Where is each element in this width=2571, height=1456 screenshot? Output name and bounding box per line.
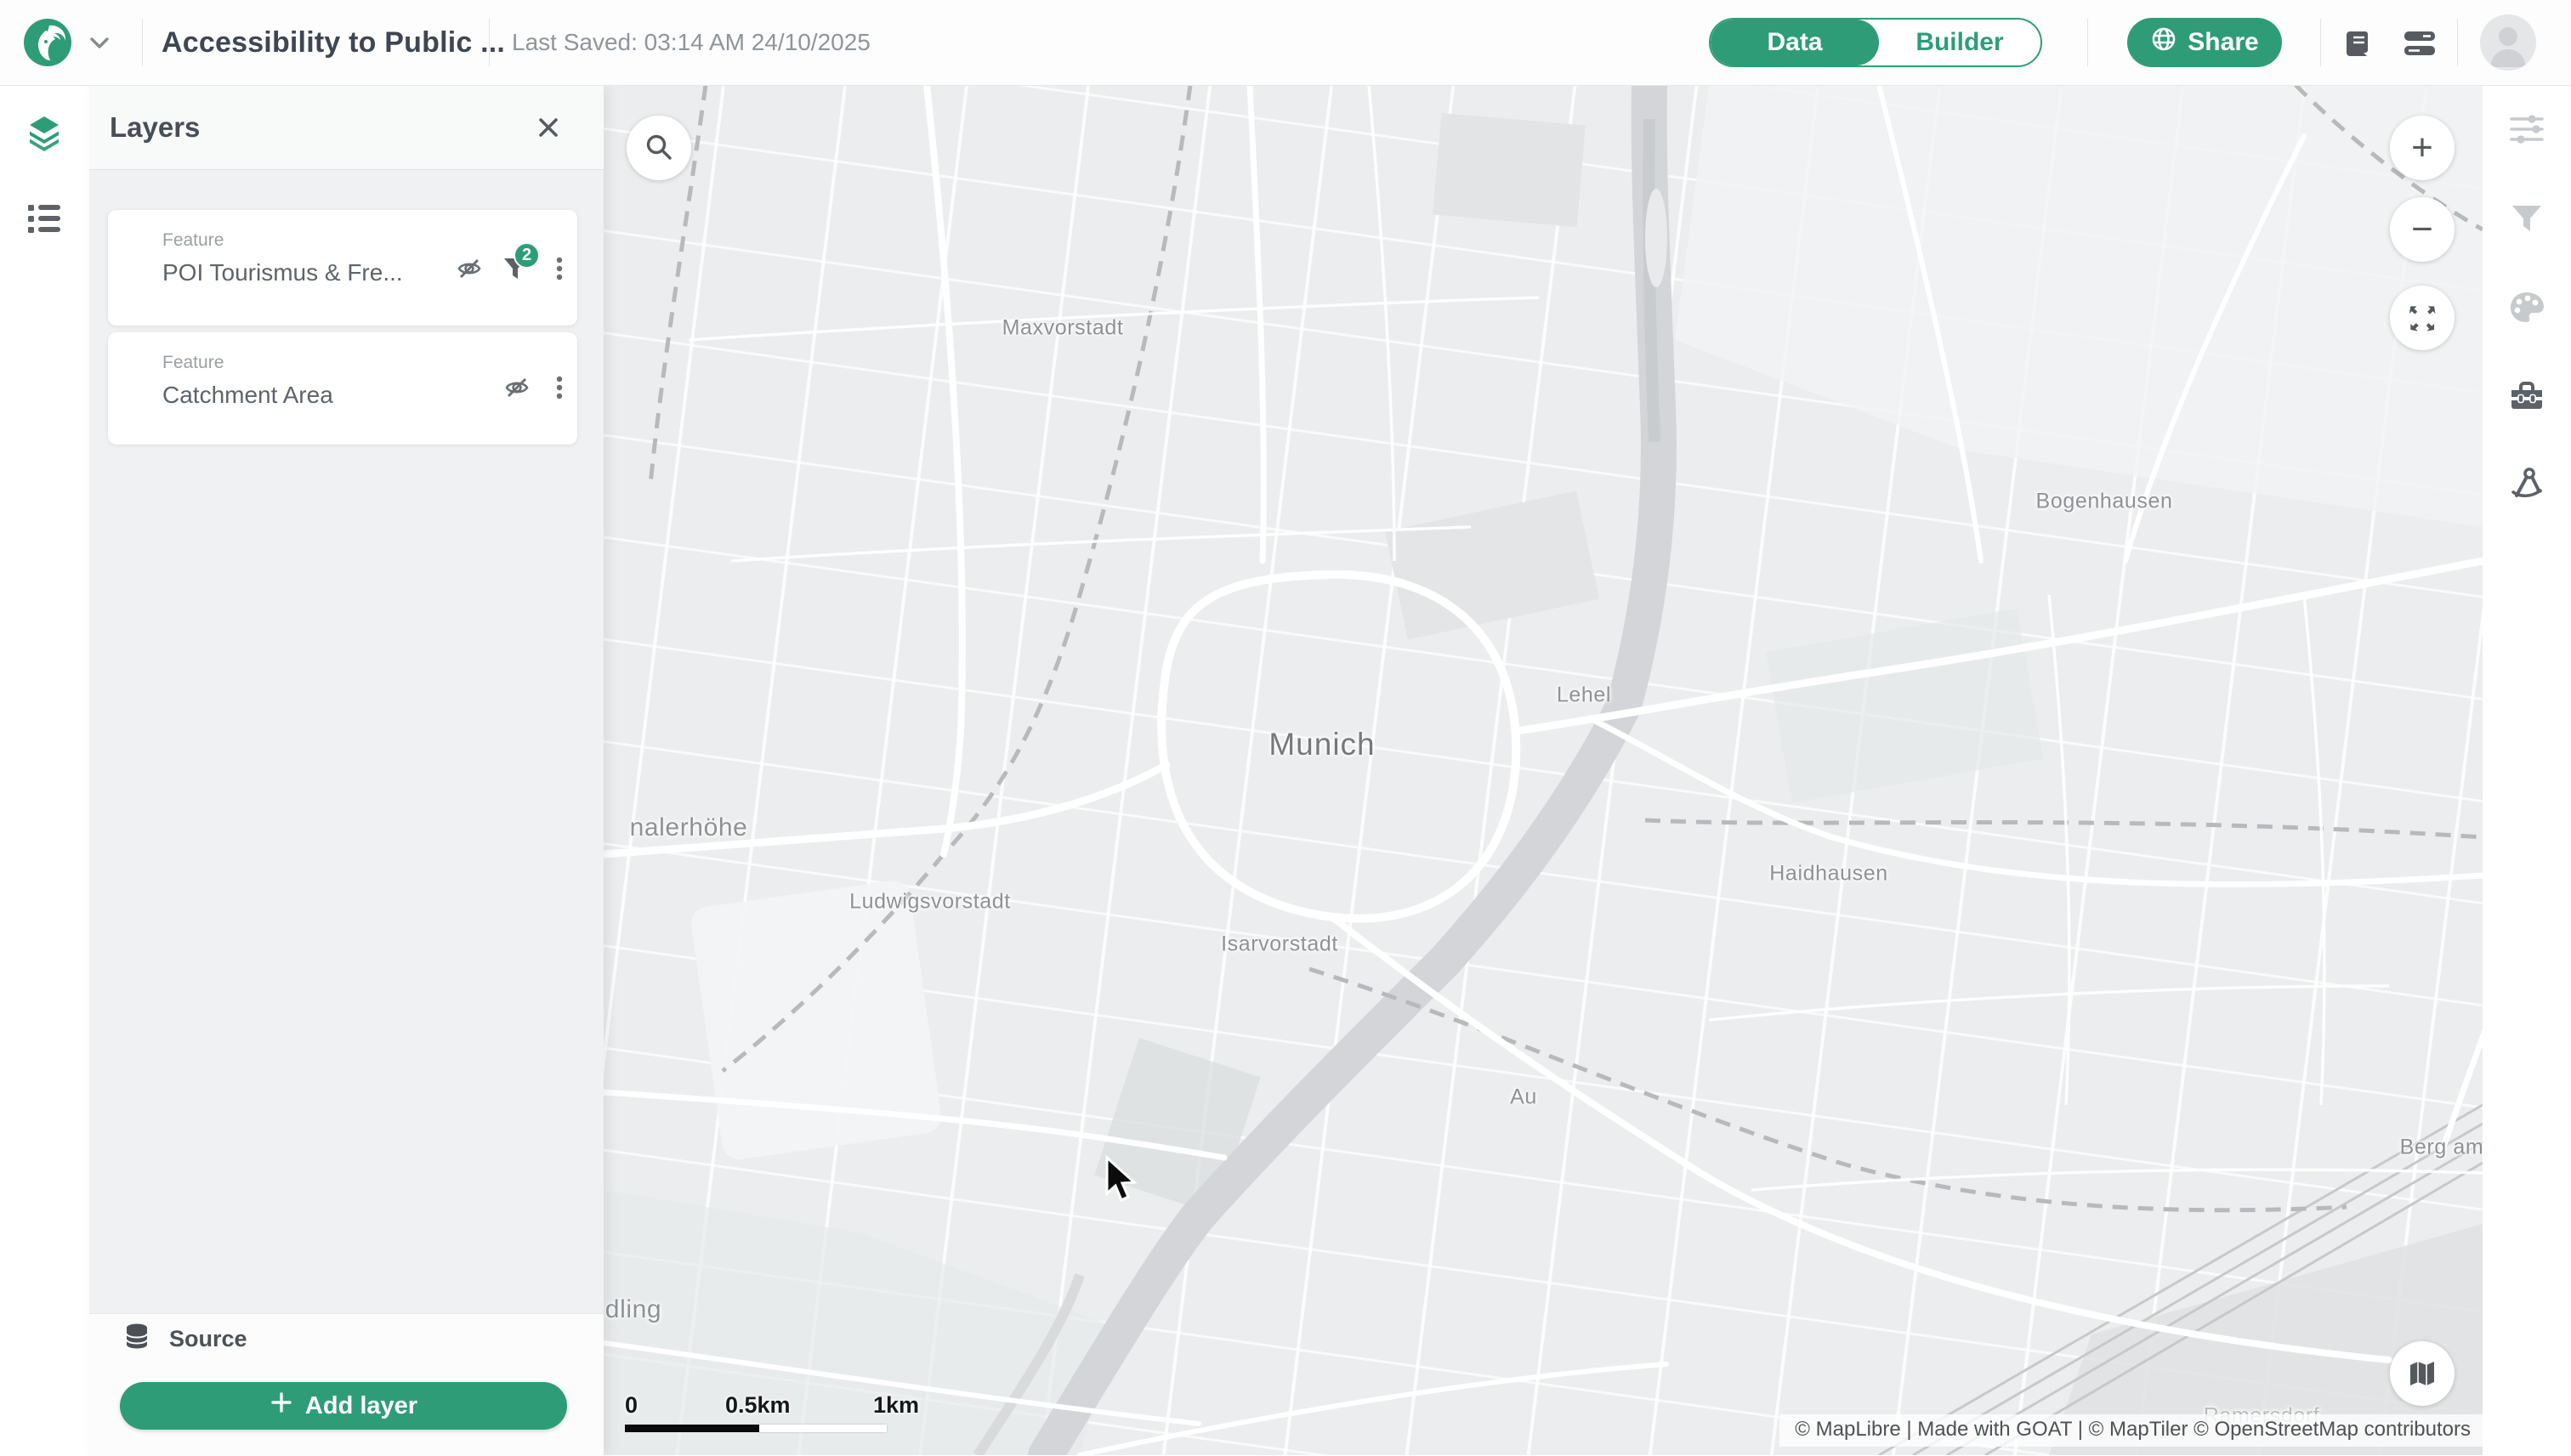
layers-panel-footer: Source Add layer	[89, 1313, 604, 1456]
scale-bar: 0 0.5km 1km	[625, 1392, 897, 1432]
palette-icon[interactable]	[2507, 287, 2546, 326]
place-label: dling	[605, 1295, 661, 1324]
goat-logo-icon[interactable]	[24, 19, 71, 66]
last-saved-text: Last Saved: 03:14 AM 24/10/2025	[512, 0, 871, 85]
layer-type-label: Feature	[162, 230, 224, 251]
place-label: Berg am	[2400, 1136, 2483, 1160]
place-label: Au	[1510, 1085, 1537, 1110]
place-label: nalerhöhe	[630, 813, 748, 842]
source-label: Source	[169, 1326, 247, 1352]
map-canvas[interactable]: Maxvorstadt Munich Lehel Bogenhausen Hai…	[604, 85, 2483, 1455]
panel-title: Layers	[110, 85, 200, 169]
filter-count-badge: 2	[514, 242, 540, 269]
avatar[interactable]	[2480, 14, 2536, 71]
scale-bar-empty	[759, 1425, 887, 1432]
add-layer-label: Add layer	[305, 1392, 417, 1420]
layers-panel: Layers Feature POI Tourismus & Fre... 2	[89, 85, 604, 1455]
visibility-off-icon[interactable]	[451, 250, 488, 287]
scale-bar-filled	[625, 1425, 759, 1432]
share-label: Share	[2188, 28, 2258, 57]
divider	[2457, 19, 2458, 66]
layers-tool-icon[interactable]	[25, 112, 64, 151]
database-icon	[123, 1323, 150, 1356]
layer-card-poi[interactable]: Feature POI Tourismus & Fre... 2	[108, 210, 577, 326]
place-label: Lehel	[1557, 683, 1611, 708]
zoom-in-button[interactable]: +	[2390, 116, 2455, 180]
place-label: Bogenhausen	[2036, 490, 2173, 514]
divider	[2087, 19, 2088, 66]
layer-type-label: Feature	[162, 353, 224, 373]
mouse-cursor-icon	[1100, 1154, 1144, 1211]
legend-list-icon[interactable]	[25, 199, 64, 238]
zoom-out-button[interactable]: −	[2390, 197, 2455, 262]
layer-name: POI Tourismus & Fre...	[162, 259, 403, 286]
globe-icon	[2150, 25, 2177, 59]
scale-mid: 0.5km	[725, 1392, 791, 1419]
more-vert-icon[interactable]	[541, 250, 578, 287]
search-button[interactable]	[627, 116, 691, 180]
data-builder-toggle: Data Builder	[1709, 18, 2042, 67]
tab-data[interactable]: Data	[1711, 20, 1879, 65]
plus-icon	[270, 1391, 293, 1421]
basemap-button[interactable]	[2390, 1341, 2455, 1406]
toolbox-icon[interactable]	[2507, 376, 2546, 415]
city-label: Munich	[1268, 727, 1375, 762]
layer-panels-icon[interactable]	[2400, 24, 2439, 63]
tab-builder[interactable]: Builder	[1879, 20, 2040, 65]
visibility-off-icon[interactable]	[498, 369, 536, 406]
right-tool-rail	[2483, 85, 2571, 1455]
scale-start: 0	[625, 1392, 638, 1419]
measure-compass-icon[interactable]	[2507, 464, 2546, 503]
layer-card-catchment[interactable]: Feature Catchment Area	[108, 332, 577, 445]
place-label: Ludwigsvorstadt	[849, 890, 1011, 915]
zoom-out-glyph: −	[2411, 211, 2433, 248]
divider	[142, 19, 143, 66]
top-bar: Accessibility to Public ... Last Saved: …	[0, 0, 2571, 86]
docs-book-icon[interactable]	[2339, 24, 2378, 63]
place-label: Haidhausen	[1769, 862, 1887, 887]
add-layer-button[interactable]: Add layer	[120, 1382, 567, 1430]
zoom-in-glyph: +	[2411, 129, 2433, 167]
map-attribution: © MapLibre | Made with GOAT | © MapTiler…	[1779, 1414, 2483, 1447]
divider	[2320, 19, 2321, 66]
divider	[489, 19, 490, 66]
share-button[interactable]: Share	[2127, 18, 2282, 67]
more-vert-icon[interactable]	[541, 369, 578, 406]
layer-name: Catchment Area	[162, 382, 333, 409]
fullscreen-button[interactable]	[2390, 286, 2455, 350]
scale-end: 1km	[873, 1392, 919, 1419]
filter-tool-icon[interactable]	[2507, 199, 2546, 238]
layers-panel-header: Layers	[89, 85, 604, 170]
source-row[interactable]: Source	[123, 1319, 247, 1358]
place-label: Maxvorstadt	[1002, 316, 1124, 341]
place-label: Isarvorstadt	[1221, 932, 1338, 957]
chevron-down-icon[interactable]	[87, 31, 112, 54]
map-render	[604, 85, 2483, 1455]
close-icon[interactable]	[528, 107, 569, 148]
left-tool-rail	[0, 85, 90, 1455]
sliders-icon[interactable]	[2507, 110, 2546, 149]
project-title[interactable]: Accessibility to Public ...	[162, 0, 505, 85]
